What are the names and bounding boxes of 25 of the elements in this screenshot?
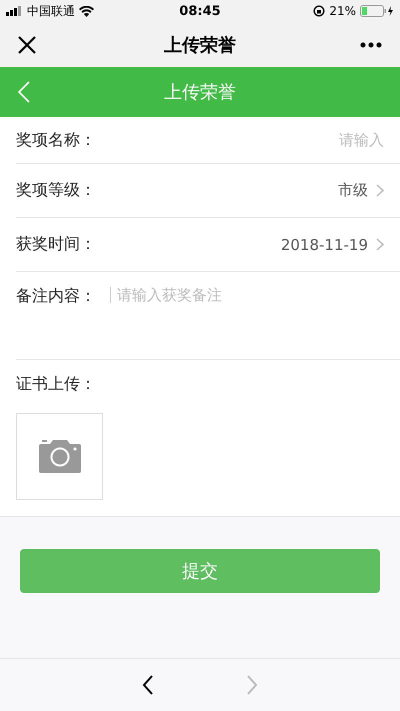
select-field[interactable]: 市级 (338, 181, 384, 200)
page-title: 上传荣誉 (164, 34, 236, 56)
clock-time: 08:45 (179, 4, 221, 18)
more-icon[interactable] (360, 42, 382, 48)
chevron-icon (376, 238, 384, 251)
wifi-icon (79, 6, 94, 16)
field-label: 奖项等级： (16, 180, 96, 201)
text-cursor (110, 287, 111, 303)
select-field[interactable]: 2018-11-19 (280, 236, 384, 254)
chevron-icon (376, 184, 384, 197)
field-label: 获奖时间： (16, 234, 96, 255)
battery-icon (360, 5, 394, 17)
camera-icon (38, 440, 80, 473)
notes-field[interactable]: 请输入获奖备注 (117, 286, 384, 346)
signal-icon (6, 6, 23, 16)
field-label: 奖项名称： (16, 130, 96, 150)
close-icon[interactable] (18, 36, 36, 54)
header-title: 上传荣誉 (164, 81, 236, 104)
input-field[interactable]: 请输入 (96, 131, 384, 149)
upload-button[interactable] (16, 413, 103, 500)
field-label: 证书上传： (16, 374, 96, 393)
battery-percent: 21% (329, 4, 356, 18)
carrier-name: 中国联通 (27, 2, 75, 20)
rotation-lock-icon (313, 5, 326, 17)
field-label: 备注内容： (16, 286, 96, 307)
